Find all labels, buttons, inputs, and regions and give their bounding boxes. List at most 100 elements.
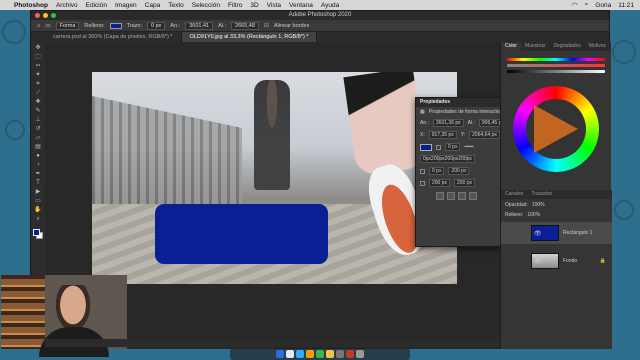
brightness-slider[interactable] [507,70,605,73]
menu-app-name[interactable]: Photoshop [14,2,48,9]
tab-muestras[interactable]: Muestras [521,42,550,51]
rounded-rect-tool-icon[interactable]: ▭ [45,23,50,29]
blur-tool-icon[interactable]: ● [34,153,42,160]
healing-brush-icon[interactable]: ✚ [34,99,42,106]
color-swatches[interactable] [33,229,43,239]
magic-wand-icon[interactable]: ✦ [34,72,42,79]
layer-name: Rectángulo 1 [563,230,593,236]
mac-menubar: Photoshop Archivo Edición Imagen Capa Te… [0,0,640,10]
menu-archivo[interactable]: Archivo [56,2,78,9]
move-tool-icon[interactable]: ✥ [34,45,42,52]
menu-edicion[interactable]: Edición [86,2,107,9]
tab-color[interactable]: Color [501,42,521,51]
subtract-shapes-icon[interactable] [447,192,455,200]
menu-capa[interactable]: Capa [145,2,161,9]
menu-3d[interactable]: 3D [250,2,258,9]
eyedropper-icon[interactable]: ⟋ [34,90,42,97]
combine-shapes-icon[interactable] [436,192,444,200]
hand-tool-icon[interactable]: ✋ [34,207,42,214]
shape-mode-select[interactable]: Forma [55,21,80,30]
messages-dock-icon[interactable] [316,350,324,358]
rounded-rectangle-shape[interactable] [155,204,328,264]
height-field[interactable]: 2665,48 [231,21,259,30]
close-icon[interactable] [35,13,40,18]
menu-ventana[interactable]: Ventana [289,2,313,9]
settings-dock-icon[interactable] [336,350,344,358]
menu-vista[interactable]: Vista [267,2,281,9]
prop-x-field[interactable]: 917,35 px [428,131,457,139]
music-dock-icon[interactable] [346,350,354,358]
finder-icon[interactable] [276,350,284,358]
zoom-tool-icon[interactable]: ⌕ [34,216,42,223]
width-field[interactable]: 3601,41 [185,21,214,30]
prop-y-field[interactable]: 2064,64 px [469,131,500,139]
lock-icon: 🔒 [599,258,606,264]
eraser-icon[interactable]: ▱ [34,135,42,142]
home-icon[interactable]: ⌂ [37,23,40,29]
layer-row[interactable]: 👁 Rectángulo 1 [501,222,612,244]
prop-radius-br[interactable]: 200 px [454,179,476,187]
illustrator-dock-icon[interactable] [306,350,314,358]
prop-radius-tr[interactable]: 200 px [448,167,470,175]
menu-texto[interactable]: Texto [168,2,184,9]
exclude-shapes-icon[interactable] [469,192,477,200]
menubar-user[interactable]: Goria [595,2,611,9]
tab-trazados[interactable]: Trazados [527,190,556,199]
intersect-shapes-icon[interactable] [458,192,466,200]
stamp-tool-icon[interactable]: ⊥ [34,117,42,124]
visibility-icon[interactable]: 👁 [534,258,542,265]
stroke-line-icon[interactable]: ━━━ [464,144,473,150]
brush-tool-icon[interactable]: ✎ [34,108,42,115]
maximize-icon[interactable] [51,13,56,18]
wifi-icon[interactable]: ◠ [572,1,578,9]
lasso-tool-icon[interactable]: ∾ [34,63,42,70]
desktop-pattern [2,20,26,44]
minimize-icon[interactable] [43,13,48,18]
launchpad-icon[interactable] [286,350,294,358]
visibility-icon[interactable]: 👁 [534,230,542,237]
fill-value[interactable]: 100% [527,212,540,218]
trash-dock-icon[interactable] [356,350,364,358]
photoshop-dock-icon[interactable] [296,350,304,358]
crop-tool-icon[interactable]: ⌗ [34,81,42,88]
menu-filtro[interactable]: Filtro [228,2,242,9]
prop-y-label: Y: [460,132,466,138]
tab-canales[interactable]: Canales [501,190,527,199]
tab-motivos[interactable]: Motivos [585,42,610,51]
search-icon[interactable]: ⌕ [585,1,589,9]
tab-old91y0[interactable]: OLD91Y0.jpg al 33,3% (Rectángulo 1, RGB/… [181,32,318,42]
prop-stroke-width[interactable]: 0 px [445,143,461,151]
layer-row[interactable]: 👁 Fondo 🔒 [501,250,612,272]
saturation-slider[interactable] [507,64,605,67]
prop-stroke-swatch[interactable] [436,144,441,150]
type-tool-icon[interactable]: T [34,180,42,187]
fill-swatch[interactable] [109,22,122,29]
prop-radius-combined[interactable]: 0px200px200px200px [420,155,475,163]
prop-radius-tl[interactable]: 0 px [429,167,445,175]
marquee-tool-icon[interactable]: ⬚ [34,54,42,61]
menu-ayuda[interactable]: Ayuda [321,2,339,9]
menu-imagen[interactable]: Imagen [115,2,137,9]
gradient-tool-icon[interactable]: ▤ [34,144,42,151]
tab-carrera[interactable]: carrera.psd al 300% (Capa de píxeles, RG… [45,32,182,42]
hue-slider[interactable] [507,58,605,61]
opacity-value[interactable]: 100% [532,202,545,208]
prop-fill-swatch[interactable] [420,143,432,151]
path-selection-icon[interactable]: ▶ [34,189,42,196]
dodge-tool-icon[interactable]: ◔ [34,162,42,169]
menubar-clock[interactable]: 11:21 [618,2,634,9]
tab-degradados[interactable]: Degradados [550,42,585,51]
history-brush-icon[interactable]: ↺ [34,126,42,133]
prop-radius-bl[interactable]: 200 px [429,179,451,187]
document-image[interactable] [92,72,457,284]
shape-tool-icon[interactable]: ▭ [34,198,42,205]
color-triangle[interactable] [526,99,586,159]
stroke-width-field[interactable]: 0 px [147,21,166,30]
foreground-color-swatch[interactable] [33,229,40,236]
menu-seleccion[interactable]: Selección [192,2,220,9]
notes-dock-icon[interactable] [326,350,334,358]
color-wheel[interactable] [513,86,599,172]
pen-tool-icon[interactable]: ✒ [34,171,42,178]
prop-width-field[interactable]: 3601,36 px [432,119,464,127]
align-edges-checkbox[interactable]: ☑ [264,23,269,29]
